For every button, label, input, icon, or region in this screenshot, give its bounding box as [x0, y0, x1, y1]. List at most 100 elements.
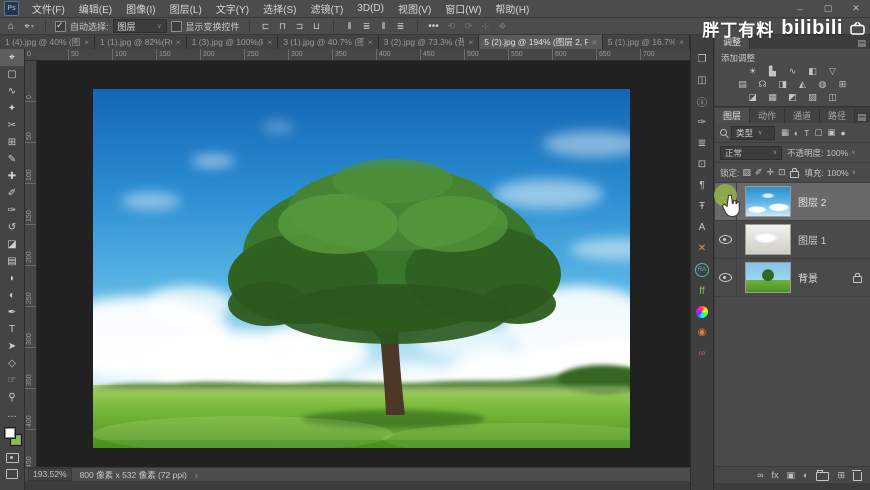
- color-lookup-icon[interactable]: ⊞: [837, 79, 849, 90]
- document-tab[interactable]: 5 (1).jpg @ 16.7%(RG... ×: [603, 35, 690, 49]
- pen-tool[interactable]: ✒: [0, 304, 24, 321]
- crop-tool[interactable]: ✂: [0, 117, 24, 134]
- eraser-tool[interactable]: ◪: [0, 236, 24, 253]
- shape-tool[interactable]: ◇: [0, 355, 24, 372]
- menu-item[interactable]: 帮助(H): [488, 0, 536, 17]
- photo-filter-icon[interactable]: ◭: [797, 79, 809, 90]
- character-panel-icon[interactable]: Ŧ: [691, 196, 713, 217]
- distribute-left-icon[interactable]: ⫴: [377, 21, 391, 32]
- color-swatches[interactable]: [0, 425, 24, 449]
- document-tab[interactable]: 1 (4).jpg @ 40% (图层 用... ×: [0, 35, 95, 49]
- menu-item[interactable]: 图层(L): [163, 0, 209, 17]
- canvas-area[interactable]: [37, 61, 690, 467]
- vibrance-icon[interactable]: ▽: [827, 66, 839, 77]
- layers-panel-tab[interactable]: 动作: [750, 108, 785, 123]
- layers-panel-tab[interactable]: 通道: [785, 108, 820, 123]
- close-tab-icon[interactable]: ×: [368, 37, 373, 47]
- minimize-button[interactable]: –: [786, 0, 814, 17]
- distribute-vertical-icon[interactable]: ≣: [360, 21, 374, 32]
- path-select-tool[interactable]: ➤: [0, 338, 24, 355]
- align-left-icon[interactable]: ⊏: [259, 21, 273, 32]
- info-panel-icon[interactable]: ⓘ: [691, 91, 713, 112]
- levels-icon[interactable]: ▙: [767, 66, 779, 77]
- layer-thumbnail[interactable]: [745, 262, 791, 293]
- lock-position-icon[interactable]: ✛: [766, 167, 774, 178]
- align-right-icon[interactable]: ⊐: [293, 21, 307, 32]
- menu-item[interactable]: 3D(D): [350, 0, 391, 17]
- tab-adjustments[interactable]: 调整: [715, 34, 750, 49]
- paragraph-panel-icon[interactable]: ¶: [691, 175, 713, 196]
- lock-artboard-icon[interactable]: ⊡: [778, 167, 786, 178]
- lock-transparency-icon[interactable]: ▨: [742, 167, 751, 178]
- fill-dropdown[interactable]: 100%∨: [827, 168, 856, 178]
- close-tab-icon[interactable]: ×: [267, 37, 272, 47]
- clone-source-panel-icon[interactable]: ⊡: [691, 154, 713, 175]
- quick-mask-button[interactable]: [6, 453, 19, 463]
- menu-item[interactable]: 图像(I): [119, 0, 162, 17]
- filter-adjustment-layers-icon[interactable]: ◐: [794, 128, 799, 138]
- visibility-toggle[interactable]: [715, 259, 737, 296]
- blend-mode-dropdown[interactable]: 正常∨: [720, 146, 782, 160]
- filter-shape-layers-icon[interactable]: ▢: [814, 127, 822, 138]
- marquee-tool[interactable]: ▢: [0, 66, 24, 83]
- plugin-x-icon[interactable]: ✕: [691, 238, 713, 259]
- type-tool[interactable]: T: [0, 321, 24, 338]
- gradient-map-icon[interactable]: ▨: [807, 92, 819, 103]
- hand-tool[interactable]: ☞: [0, 372, 24, 389]
- hue-saturation-icon[interactable]: ▤: [737, 79, 749, 90]
- visibility-toggle[interactable]: [715, 221, 737, 258]
- menu-item[interactable]: 编辑(E): [72, 0, 119, 17]
- maximize-button[interactable]: ▢: [814, 0, 842, 17]
- layer-thumbnail[interactable]: [745, 186, 791, 217]
- lock-all-icon[interactable]: [790, 171, 799, 178]
- close-tab-icon[interactable]: ×: [592, 37, 597, 47]
- history-brush-tool[interactable]: ↺: [0, 219, 24, 236]
- distribute-horizontal-icon[interactable]: ⫴: [343, 21, 357, 32]
- brightness-contrast-icon[interactable]: ☀: [747, 66, 759, 77]
- auto-select-dropdown[interactable]: 图层∨: [113, 19, 167, 33]
- layer-thumbnail[interactable]: [745, 224, 791, 255]
- close-tab-icon[interactable]: ×: [679, 37, 684, 47]
- gradient-tool[interactable]: ▤: [0, 253, 24, 270]
- brush-settings-panel-icon[interactable]: ✑: [691, 112, 713, 133]
- document-tab[interactable]: 3 (2).jpg @ 73.3% (背景 用... ×: [379, 35, 480, 49]
- layers-panel-tab[interactable]: 路径: [820, 108, 855, 123]
- document-tab[interactable]: 1 (1).jpg @ 82%(RGB/8... ×: [95, 35, 187, 49]
- add-layer-mask-icon[interactable]: ▣: [787, 470, 796, 481]
- black-white-icon[interactable]: ◨: [777, 79, 789, 90]
- eyedropper-tool[interactable]: ✎: [0, 151, 24, 168]
- move-tool[interactable]: ⌖: [0, 49, 24, 66]
- menu-item[interactable]: 选择(S): [256, 0, 303, 17]
- lock-pixels-icon[interactable]: ✐: [755, 167, 763, 178]
- menu-item[interactable]: 文件(F): [25, 0, 72, 17]
- status-chevron-icon[interactable]: ›: [195, 470, 198, 480]
- filter-type-dropdown[interactable]: 类型∨: [731, 126, 775, 140]
- filter-smart-objects-icon[interactable]: ▣: [827, 127, 835, 138]
- menu-item[interactable]: 文字(Y): [209, 0, 256, 17]
- plugin-ra-icon[interactable]: RA: [695, 263, 709, 277]
- document-image[interactable]: [93, 89, 630, 448]
- close-tab-icon[interactable]: ×: [468, 37, 473, 47]
- menu-item[interactable]: 窗口(W): [438, 0, 488, 17]
- distribute-top-icon[interactable]: ≣: [394, 21, 408, 32]
- glyphs-panel-icon[interactable]: A: [691, 217, 713, 238]
- layer-effects-icon[interactable]: fx: [771, 470, 778, 480]
- more-options-icon[interactable]: •••: [427, 21, 441, 32]
- panel-menu-icon[interactable]: ▤: [857, 38, 870, 49]
- blur-tool[interactable]: ◗: [0, 270, 24, 287]
- edit-toolbar[interactable]: …: [0, 406, 24, 423]
- close-tab-icon[interactable]: ×: [176, 37, 181, 47]
- close-tab-icon[interactable]: ×: [84, 37, 89, 47]
- opacity-dropdown[interactable]: 100%∨: [826, 148, 855, 158]
- filter-toggle-icon[interactable]: ●: [840, 128, 845, 138]
- snapshot-panel-icon[interactable]: ◫: [691, 70, 713, 91]
- threshold-icon[interactable]: ◩: [787, 92, 799, 103]
- lasso-tool[interactable]: ∿: [0, 83, 24, 100]
- clone-stamp-tool[interactable]: ✑: [0, 202, 24, 219]
- new-group-icon[interactable]: [816, 472, 829, 481]
- exposure-icon[interactable]: ◧: [807, 66, 819, 77]
- close-button[interactable]: ✕: [842, 0, 870, 17]
- document-tab[interactable]: 5 (2).jpg @ 194% (图层 2, RGB/8#) * ×: [479, 35, 603, 49]
- background-lock-icon[interactable]: [853, 276, 862, 283]
- zoom-level-field[interactable]: 193.52%: [28, 468, 72, 481]
